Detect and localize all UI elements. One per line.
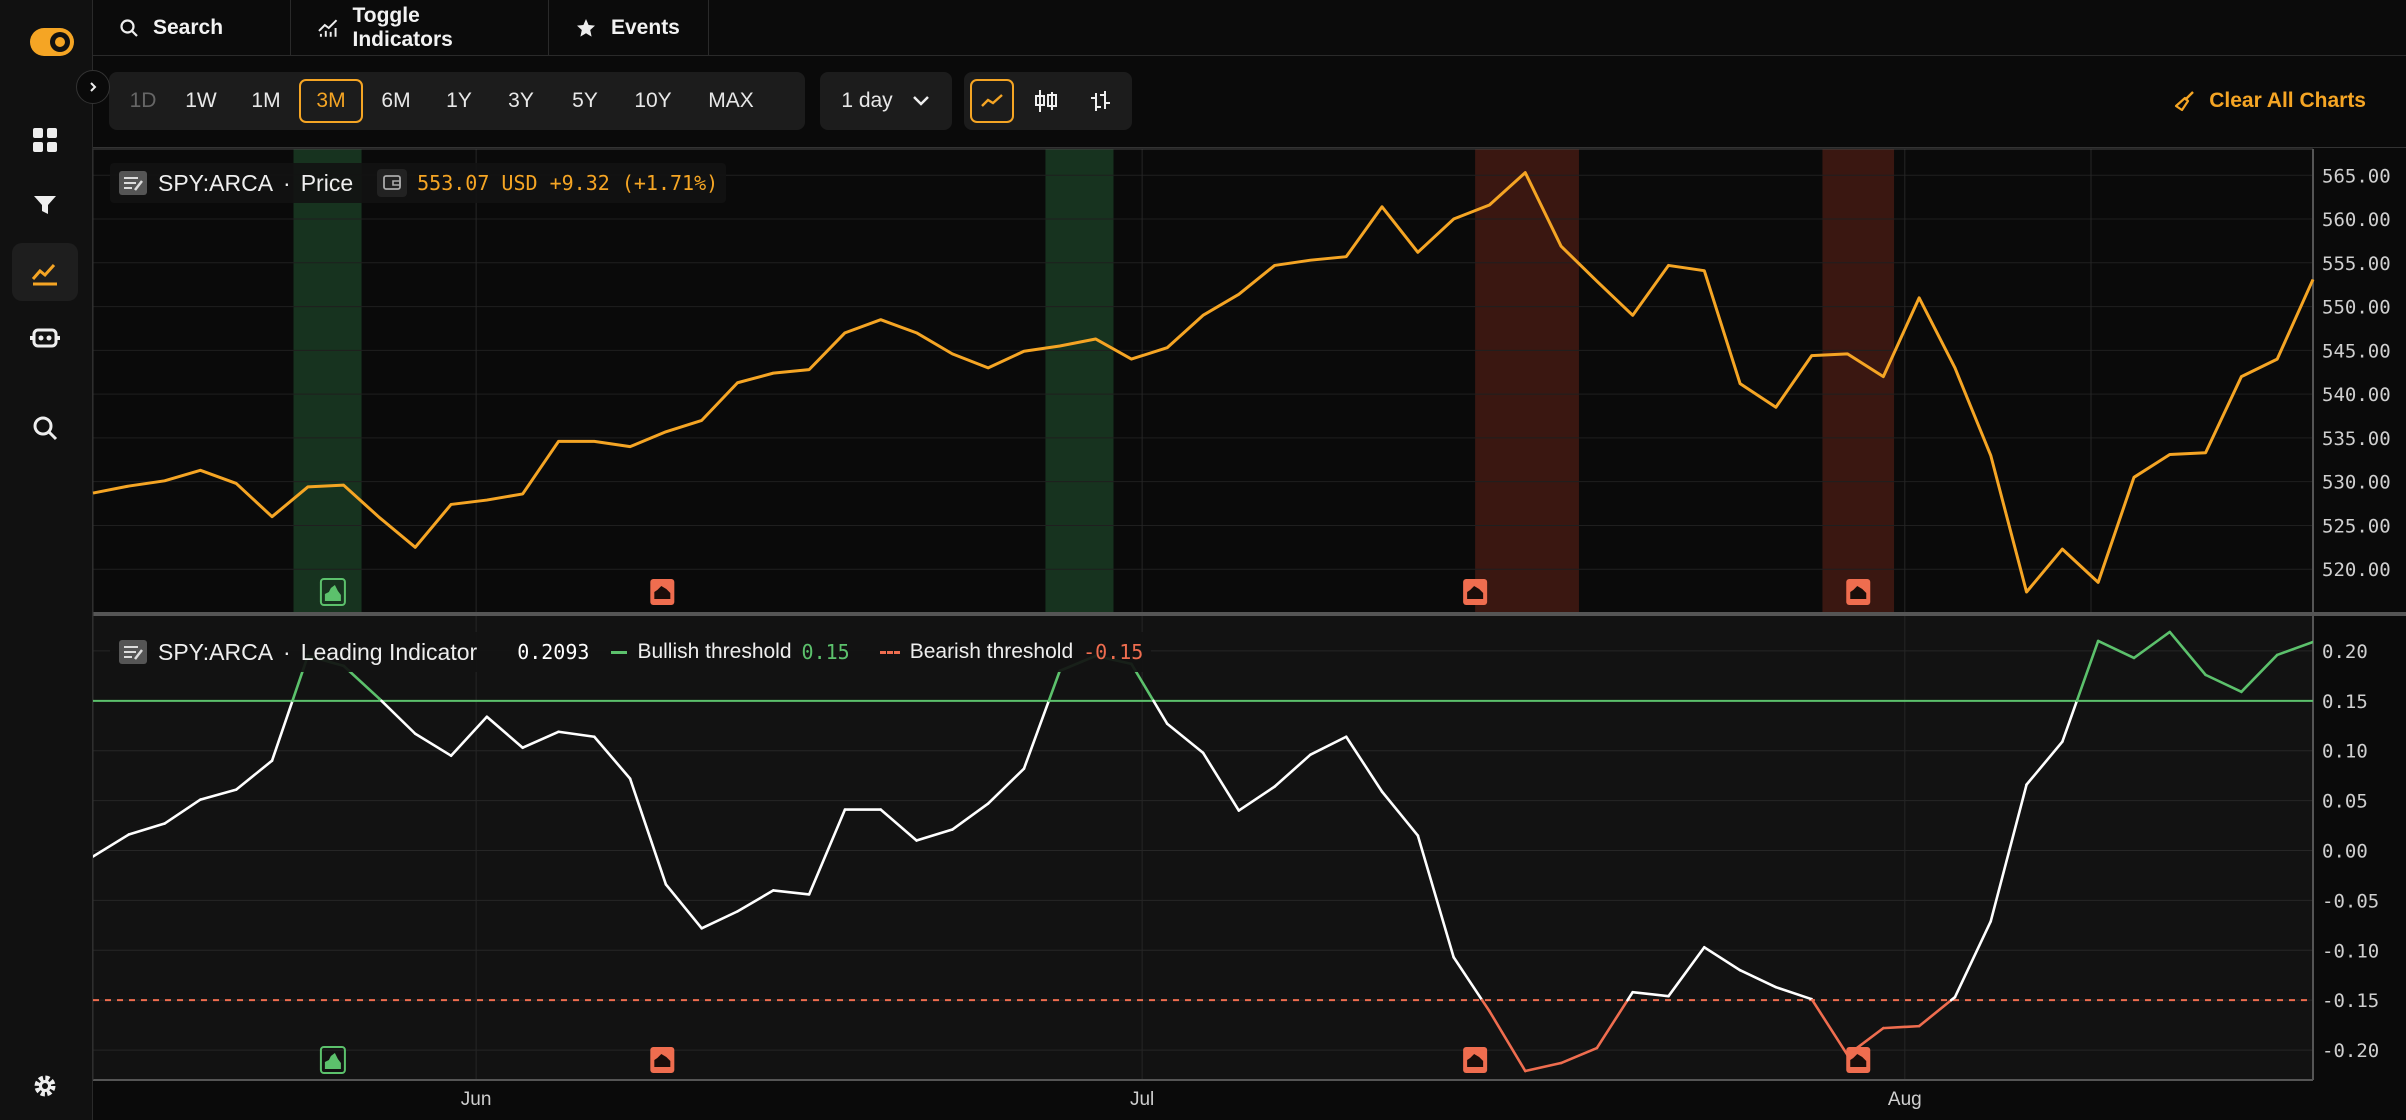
indicator-legend: SPY:ARCA · Leading Indicator 0.2093 Bull…: [110, 632, 1152, 672]
price-legend-value: 553.07 USD +9.32 (+1.71%): [417, 171, 719, 195]
price-axis-tick: 545.00: [2322, 340, 2391, 362]
bullish-threshold-label: Bullish threshold: [637, 640, 792, 663]
price-axis-tick: 565.00: [2322, 165, 2391, 187]
settings-card-icon[interactable]: [118, 170, 148, 196]
bearish-event-icon[interactable]: [650, 1047, 675, 1073]
indicator-legend-name: Leading Indicator: [300, 638, 478, 665]
x-axis-tick: Jun: [461, 1089, 492, 1110]
price-axis-tick: 520.00: [2322, 559, 2391, 581]
bearish-event-icon[interactable]: [650, 579, 675, 605]
x-axis-tick: Jul: [1130, 1089, 1154, 1110]
bearish-event-icon[interactable]: [1463, 579, 1488, 605]
bullish-threshold-value: 0.15: [801, 640, 850, 664]
bearish-event-icon[interactable]: [1846, 579, 1871, 605]
indicator-legend-symbol: SPY:ARCA: [158, 638, 274, 665]
indicator-axis-tick: -0.05: [2322, 890, 2379, 912]
bearish-event-icon[interactable]: [1463, 1047, 1488, 1073]
indicator-axis-tick: -0.20: [2322, 1040, 2379, 1062]
bearish-threshold-label: Bearish threshold: [909, 640, 1074, 663]
bearish-event-icon[interactable]: [1846, 1047, 1871, 1073]
price-axis-tick: 540.00: [2322, 384, 2391, 406]
indicator-axis-tick: 0.05: [2322, 791, 2368, 813]
wallet-icon[interactable]: [377, 169, 408, 197]
bearish-line-swatch: [879, 650, 900, 654]
price-axis-tick: 550.00: [2322, 297, 2391, 319]
indicator-axis-tick: -0.15: [2322, 990, 2379, 1012]
price-axis-tick: 525.00: [2322, 515, 2391, 537]
price-axis-tick: 535.00: [2322, 428, 2391, 450]
indicator-axis-tick: 0.00: [2322, 840, 2368, 862]
indicator-axis-tick: 0.10: [2322, 741, 2368, 763]
price-axis-tick: 555.00: [2322, 253, 2391, 275]
price-legend-name: Price: [300, 169, 354, 196]
expand-sidebar-button[interactable]: [76, 70, 110, 104]
price-axis-tick: 560.00: [2322, 209, 2391, 231]
indicator-axis-tick: 0.20: [2322, 641, 2368, 663]
settings-card-icon[interactable]: [118, 639, 148, 665]
x-axis-tick: Aug: [1888, 1089, 1922, 1110]
indicator-legend-separator: ·: [283, 638, 291, 665]
indicator-axis-tick: -0.10: [2322, 940, 2379, 962]
indicator-axis-tick: 0.15: [2322, 691, 2368, 713]
bearish-threshold-value: -0.15: [1083, 640, 1144, 664]
price-axis-tick: 530.00: [2322, 472, 2391, 494]
price-legend: SPY:ARCA · Price 553.07 USD +9.32 (+1.71…: [110, 163, 727, 203]
indicator-legend-value: 0.2093: [517, 640, 590, 664]
price-legend-separator: ·: [283, 169, 291, 196]
indicator-pane: [93, 616, 2313, 1080]
price-legend-symbol: SPY:ARCA: [158, 169, 274, 196]
bullish-line-swatch: [611, 650, 628, 654]
